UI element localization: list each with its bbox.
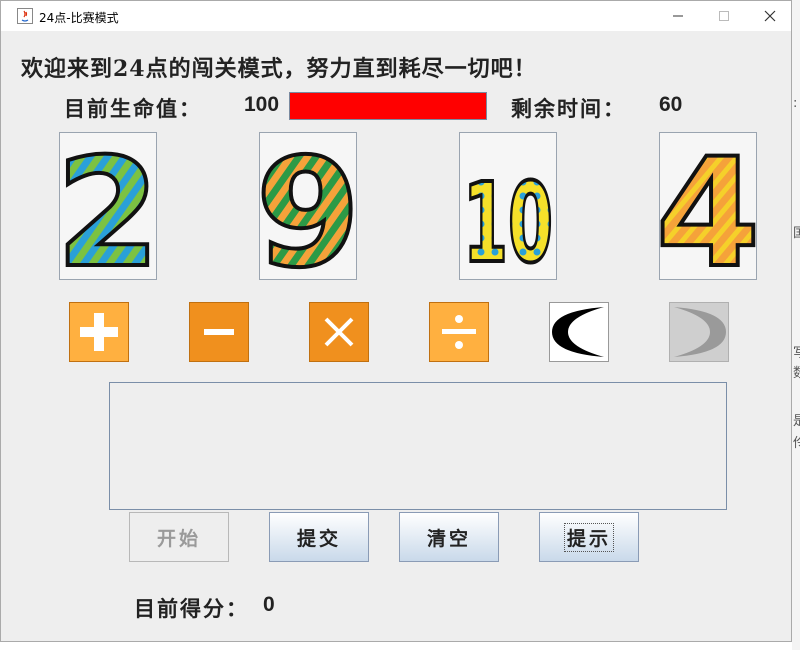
multiply-icon: [324, 317, 354, 347]
minimize-icon: [673, 15, 683, 17]
title-bar[interactable]: 24点-比赛模式: [1, 1, 791, 31]
card-3[interactable]: 10: [459, 132, 557, 280]
clear-button-label: 清空: [426, 527, 471, 550]
clear-button[interactable]: 清空: [399, 512, 499, 562]
life-bar: [289, 92, 487, 120]
welcome-text: 欢迎来到24点的闯关模式，努力直到耗尽一切吧！: [21, 56, 537, 82]
time-label: 剩余时间：: [511, 96, 626, 121]
plus-button[interactable]: [69, 302, 129, 362]
submit-button-label: 提交: [296, 527, 341, 550]
card-9-icon: 9: [260, 133, 356, 279]
card-4-icon: 4: [660, 133, 756, 279]
right-paren-button[interactable]: [669, 302, 729, 362]
minimize-button[interactable]: [655, 1, 701, 31]
score-label: 目前得分：: [134, 596, 249, 621]
score-value: 0: [263, 593, 275, 616]
expression-area[interactable]: [109, 382, 727, 510]
hint-button-label: 提示: [563, 522, 614, 552]
life-bar-fill: [290, 93, 486, 119]
svg-text:10: 10: [463, 159, 553, 279]
hint-button[interactable]: 提示: [539, 512, 639, 562]
card-4[interactable]: 4: [659, 132, 757, 280]
card-1[interactable]: 2: [59, 132, 157, 280]
start-button-label: 开始: [156, 527, 201, 550]
maximize-button[interactable]: [701, 1, 747, 31]
close-icon: [764, 10, 776, 22]
card-2[interactable]: 9: [259, 132, 357, 280]
submit-button[interactable]: 提交: [269, 512, 369, 562]
plus-icon: [80, 313, 118, 351]
left-paren-button[interactable]: [549, 302, 609, 362]
time-value: 60: [659, 93, 683, 116]
background-window: : 国 写 数 是 伶: [792, 0, 800, 650]
game-window: 24点-比赛模式 欢迎来到24点的闯关模式，努力直到耗尽一切吧！ 目前生命值： …: [0, 0, 792, 642]
multiply-button[interactable]: [309, 302, 369, 362]
window-title: 24点-比赛模式: [39, 11, 119, 25]
card-10-icon: 10: [461, 157, 555, 279]
divide-icon: [442, 315, 476, 349]
card-2-icon: 2: [60, 133, 156, 279]
svg-text:4: 4: [660, 133, 756, 279]
life-label: 目前生命值：: [64, 96, 202, 121]
svg-text:9: 9: [260, 133, 356, 279]
close-button[interactable]: [747, 1, 793, 31]
divide-button[interactable]: [429, 302, 489, 362]
svg-text:2: 2: [60, 133, 156, 279]
start-button[interactable]: 开始: [129, 512, 229, 562]
right-paren-icon: [674, 307, 726, 357]
minus-icon: [204, 329, 234, 335]
left-paren-icon: [552, 307, 604, 357]
life-value: 100: [244, 93, 280, 116]
java-app-icon: [17, 8, 33, 24]
maximize-icon: [719, 11, 729, 21]
minus-button[interactable]: [189, 302, 249, 362]
